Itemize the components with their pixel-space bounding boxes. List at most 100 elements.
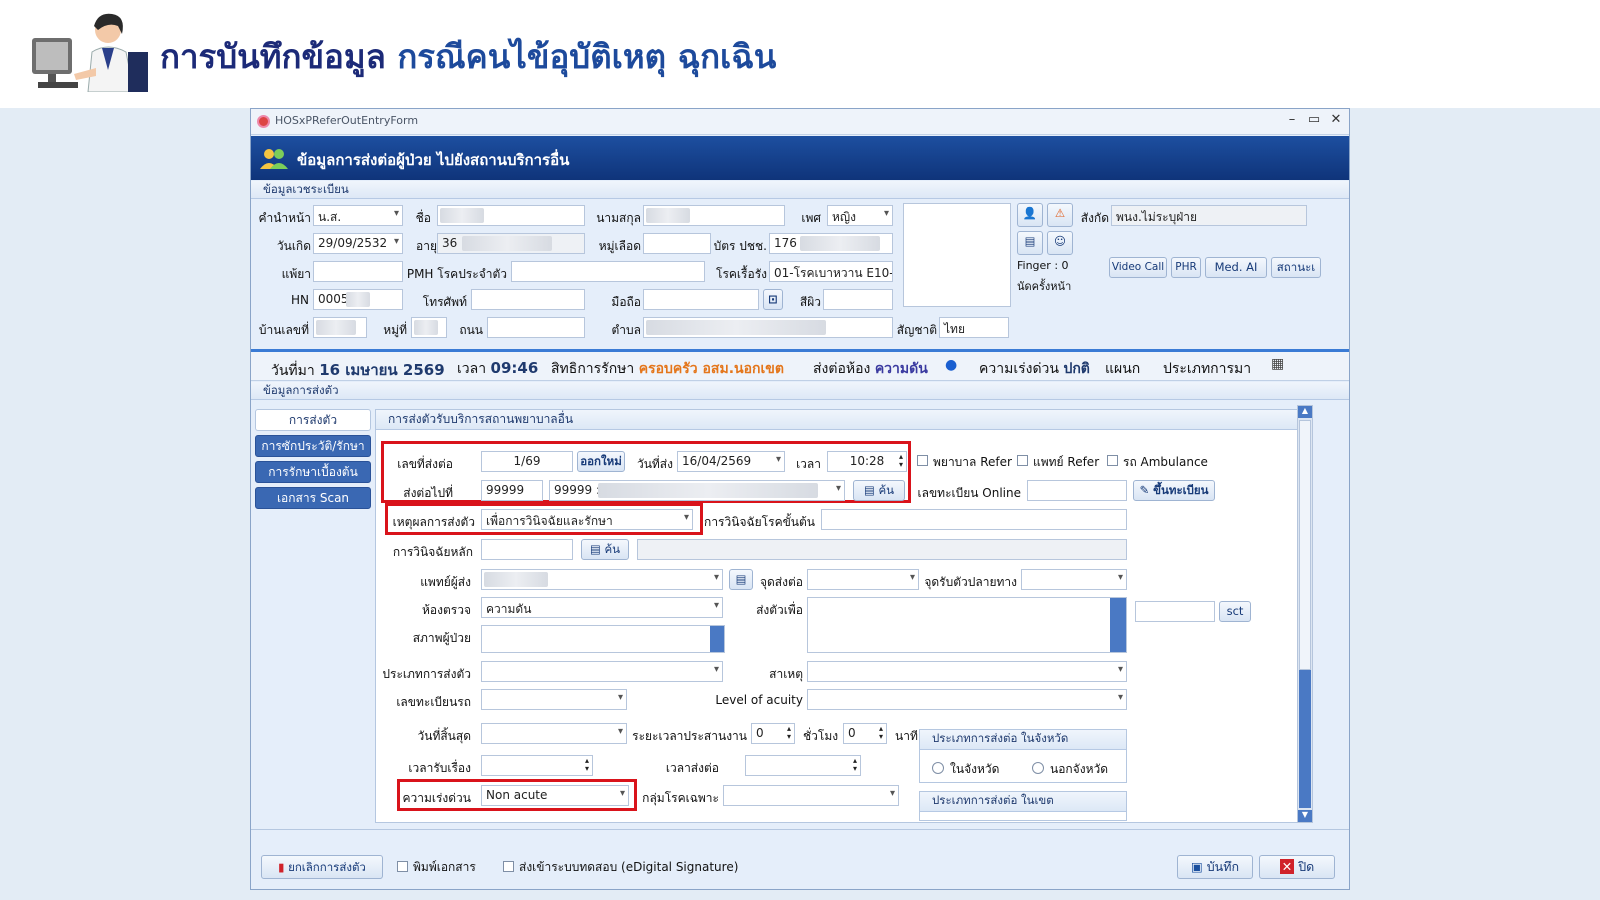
nurse-refer-checkbox[interactable] <box>917 455 928 466</box>
sex-select[interactable]: หญิง <box>827 205 893 226</box>
allergy-field[interactable] <box>313 261 403 282</box>
destination-select[interactable]: 99999 : <box>549 480 845 501</box>
ambulance-checkbox[interactable] <box>1107 455 1118 466</box>
scroll-thumb[interactable] <box>1299 420 1311 670</box>
skin-field[interactable] <box>823 289 893 310</box>
pmh-field[interactable] <box>511 261 705 282</box>
tambon-field[interactable] <box>643 317 893 338</box>
doctor-refer-checkbox[interactable] <box>1017 455 1028 466</box>
disease-group-select[interactable] <box>723 785 899 806</box>
dx-search-button[interactable]: ▤ ค้น <box>581 539 629 560</box>
sct-field[interactable] <box>1135 601 1215 622</box>
phr-button[interactable]: PHR <box>1171 257 1201 278</box>
refer-type-label: ประเภทการส่งตัว <box>382 667 471 681</box>
sct-button[interactable]: sct <box>1219 601 1251 622</box>
window-titlebar: HOSxPReferOutEntryForm – ▭ ✕ <box>251 109 1349 135</box>
name-field[interactable] <box>437 205 585 226</box>
tab-initial-treatment[interactable]: การรักษาเบื้องต้น <box>255 461 371 483</box>
med-ai-button[interactable]: Med. AI <box>1205 257 1267 278</box>
hours-field[interactable]: 0 ▴ ▾ <box>751 723 795 744</box>
receive-time-field[interactable]: ▴ ▾ <box>481 755 593 776</box>
hn-field[interactable]: 0005 <box>313 289 403 310</box>
refer-point-select[interactable] <box>807 569 919 590</box>
new-number-button[interactable]: ออกใหม่ <box>577 451 625 472</box>
dob-field[interactable]: 29/09/2532 <box>313 233 403 254</box>
cancel-refer-button[interactable]: ▮ ยกเลิกการส่งตัว <box>261 855 383 879</box>
minimize-icon[interactable]: – <box>1283 112 1301 127</box>
main-dx-name <box>637 539 1127 560</box>
online-reg-field[interactable] <box>1027 480 1127 501</box>
in-province-radio[interactable] <box>932 762 944 774</box>
search-icon[interactable]: ● <box>945 357 957 373</box>
close-icon[interactable]: ✕ <box>1327 112 1345 127</box>
send-date-field[interactable]: 16/04/2569 <box>677 451 785 472</box>
minutes-field[interactable]: 0 ▴ ▾ <box>843 723 887 744</box>
tab-history[interactable]: การซักประวัติ/รักษา <box>255 435 371 457</box>
mobile-field[interactable] <box>643 289 759 310</box>
section-registration: ข้อมูลเวชระเบียน <box>251 181 1349 199</box>
print-icon[interactable]: ▦ <box>1271 356 1284 372</box>
condition-field[interactable] <box>481 625 725 653</box>
vertical-scrollbar[interactable]: ▲ ▼ <box>1297 405 1313 823</box>
receive-point-select[interactable] <box>1021 569 1127 590</box>
chronic-field[interactable]: 01-โรคเบาหวาน E10-E <box>769 261 893 282</box>
initial-dx-field[interactable] <box>821 509 1127 530</box>
skin-label: สีผิว <box>799 295 821 309</box>
nation-field[interactable]: ไทย <box>939 317 1009 338</box>
blood-field[interactable] <box>643 233 711 254</box>
register-button[interactable]: ✎ ขึ้นทะเบียน <box>1133 480 1215 501</box>
road-field[interactable] <box>487 317 585 338</box>
surname-field[interactable] <box>643 205 785 226</box>
cid-field[interactable]: 176 <box>769 233 893 254</box>
maximize-icon[interactable]: ▭ <box>1305 112 1323 127</box>
car-reg-label: เลขทะเบียนรถ <box>396 695 471 709</box>
phone-field[interactable] <box>471 289 585 310</box>
tab-scan-docs[interactable]: เอกสาร Scan <box>255 487 371 509</box>
video-call-button[interactable]: Video Call <box>1109 257 1167 278</box>
doctor-select[interactable] <box>481 569 723 590</box>
refer-for-field[interactable] <box>807 597 1127 653</box>
person-icon[interactable]: 👤 <box>1017 203 1043 227</box>
destination-code[interactable]: 99999 <box>481 480 543 501</box>
acuity-select[interactable] <box>807 689 1127 710</box>
department-label: แผนก <box>1105 361 1141 377</box>
prefix-select[interactable]: น.ส. <box>313 205 403 226</box>
e-signature-checkbox[interactable] <box>503 861 514 872</box>
send-time2-field[interactable]: ▴ ▾ <box>745 755 861 776</box>
reason-select[interactable]: เพื่อการวินิจฉัยและรักษา <box>481 509 693 530</box>
refer-type-select[interactable] <box>481 661 723 682</box>
car-reg-select[interactable] <box>481 689 627 710</box>
nurse-refer-label: พยาบาล Refer <box>933 455 1012 469</box>
acuity-label: Level of acuity <box>715 693 803 707</box>
main-dx-field[interactable] <box>481 539 573 560</box>
close-button[interactable]: ✕ ปิด <box>1259 855 1335 879</box>
out-province-radio[interactable] <box>1032 762 1044 774</box>
send-time-field[interactable]: 10:28 ▴ ▾ <box>827 451 907 472</box>
house-field[interactable] <box>313 317 367 338</box>
save-button[interactable]: ▣ บันทึก <box>1177 855 1253 879</box>
user-photo-icon[interactable]: ☺ <box>1047 231 1073 255</box>
urgency-label: ความเร่งด่วน <box>402 791 471 805</box>
province-type-group: ประเภทการส่งต่อ ในจังหวัด ในจังหวัด นอกจ… <box>919 729 1127 783</box>
status-button[interactable]: สถานะเ <box>1271 257 1321 278</box>
card-icon[interactable]: ▤ <box>1017 231 1043 255</box>
scroll-up-icon[interactable]: ▲ <box>1298 406 1312 418</box>
print-doc-checkbox[interactable] <box>397 861 408 872</box>
room-label: ส่งต่อห้อง <box>813 361 871 377</box>
scroll-down-icon[interactable]: ▼ <box>1298 810 1312 822</box>
phone-lookup-button[interactable]: ⊡ <box>763 289 783 310</box>
visit-date-label: วันที่มา <box>271 363 315 379</box>
cause-select[interactable] <box>807 661 1127 682</box>
urgency-select[interactable]: Non acute <box>481 785 629 806</box>
refer-no-field[interactable]: 1/69 <box>481 451 573 472</box>
save-icon: ▣ <box>1190 859 1203 874</box>
name-label: ชื่อ <box>415 211 431 225</box>
moo-field[interactable] <box>411 317 447 338</box>
alert-icon[interactable]: ⚠ <box>1047 203 1073 227</box>
doctor-calendar-icon[interactable]: ▤ <box>729 569 753 590</box>
end-date-field[interactable] <box>481 723 627 744</box>
exam-room-select[interactable]: ความดัน <box>481 597 723 618</box>
destination-search-button[interactable]: ▤ ค้น <box>853 480 905 501</box>
tab-refer[interactable]: การส่งตัว <box>255 409 371 431</box>
moo-label: หมู่ที่ <box>383 323 407 337</box>
